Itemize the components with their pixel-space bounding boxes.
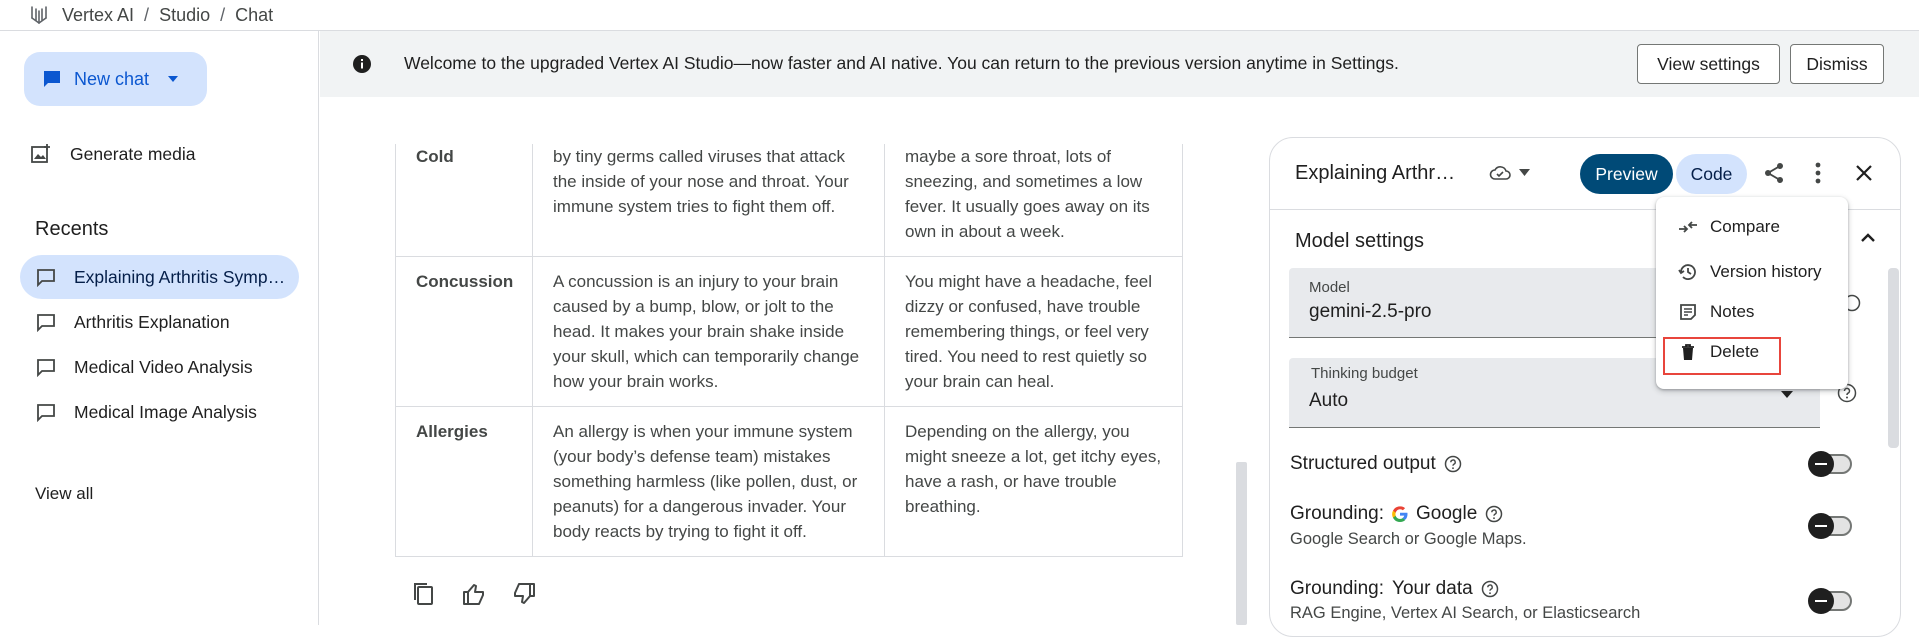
- dropdown-arrow-icon: [1781, 391, 1793, 398]
- chat-icon: [44, 71, 60, 87]
- table-cell: An allergy is when your immune system (y…: [532, 406, 885, 557]
- banner-message: Welcome to the upgraded Vertex AI Studio…: [404, 53, 1399, 73]
- recent-item-explaining-arthritis[interactable]: Explaining Arthritis Sympt…: [20, 255, 299, 299]
- panel-scrollbar[interactable]: [1888, 268, 1899, 448]
- top-bar: Vertex AI / Studio / Chat: [0, 0, 1919, 31]
- breadcrumb-vertex-ai[interactable]: Vertex AI: [62, 5, 134, 26]
- trash-icon: [1682, 344, 1694, 360]
- breadcrumb-separator: /: [220, 4, 226, 25]
- structured-output-text: Structured output: [1290, 453, 1436, 474]
- view-all-link[interactable]: View all: [35, 484, 93, 504]
- google-g-icon: [1392, 506, 1408, 522]
- close-icon[interactable]: [1855, 164, 1873, 182]
- recent-item-arthritis-explanation[interactable]: Arthritis Explanation: [20, 300, 299, 344]
- recent-item-label: Explaining Arthritis Sympt…: [74, 266, 289, 287]
- compare-arrows-icon: [1679, 221, 1697, 233]
- recent-item-label: Medical Video Analysis: [74, 356, 253, 377]
- table-row: Concussion A concussion is an injury to …: [395, 256, 1183, 407]
- new-chat-button[interactable]: New chat: [24, 52, 207, 106]
- grounding-data-toggle[interactable]: [1808, 588, 1852, 614]
- structured-output-toggle[interactable]: [1808, 451, 1852, 477]
- table-cell: maybe a sore throat, lots of sneezing, a…: [884, 144, 1183, 257]
- help-icon[interactable]: [1485, 505, 1503, 523]
- breadcrumb-separator: /: [144, 4, 150, 25]
- grounding-google-sub: Google Search or Google Maps.: [1290, 530, 1527, 548]
- grounding-prefix: Grounding:: [1290, 578, 1385, 599]
- grounding-data-text: Your data: [1392, 578, 1473, 599]
- thumbs-up-icon[interactable]: [460, 580, 488, 608]
- chat-bubble-icon: [37, 404, 55, 422]
- table-cell: Allergies: [395, 406, 533, 557]
- thinking-budget-value: Auto: [1309, 390, 1349, 411]
- grounding-google-text: Google: [1416, 503, 1478, 524]
- copy-icon[interactable]: [410, 580, 438, 608]
- menu-item-label: Version history: [1710, 262, 1822, 281]
- menu-item-label: Compare: [1710, 217, 1780, 236]
- help-icon[interactable]: [1444, 455, 1462, 473]
- menu-item-notes[interactable]: Notes: [1678, 302, 1754, 322]
- recents-heading: Recents: [35, 218, 109, 240]
- breadcrumb-chat: Chat: [235, 4, 274, 25]
- history-icon: [1678, 264, 1696, 280]
- recent-item-label: Medical Image Analysis: [74, 401, 257, 422]
- menu-item-label: Notes: [1710, 302, 1755, 321]
- save-status-dropdown[interactable]: [1489, 164, 1530, 180]
- upgrade-banner: Welcome to the upgraded Vertex AI Studio…: [320, 31, 1919, 97]
- breadcrumb-studio[interactable]: Studio: [159, 5, 210, 26]
- help-icon[interactable]: [1481, 580, 1499, 598]
- table-row: Allergies An allergy is when your immune…: [395, 406, 1183, 557]
- grounding-data-label: Grounding: Your data: [1290, 578, 1499, 600]
- grounding-data-sub: RAG Engine, Vertex AI Search, or Elastic…: [1290, 604, 1641, 622]
- cloud-done-icon: [1489, 166, 1511, 180]
- more-vert-icon[interactable]: [1815, 162, 1821, 184]
- recent-item-medical-image-analysis[interactable]: Medical Image Analysis: [20, 390, 299, 434]
- grounding-google-label: Grounding: Google: [1290, 503, 1503, 525]
- info-icon: [353, 55, 371, 73]
- table-cell: Depending on the allergy, you might snee…: [884, 406, 1183, 557]
- model-settings-title: Model settings: [1295, 230, 1424, 252]
- grounding-google-toggle[interactable]: [1808, 513, 1852, 539]
- vertex-ai-logo-icon: [31, 6, 47, 24]
- menu-item-delete[interactable]: Delete: [1678, 342, 1759, 362]
- code-button[interactable]: Code: [1676, 154, 1747, 194]
- chevron-down-icon: [1519, 168, 1530, 176]
- table-cell: A concussion is an injury to your brain …: [532, 256, 885, 407]
- view-settings-button[interactable]: View settings: [1637, 44, 1780, 84]
- table-cell: by tiny germs called viruses that attack…: [532, 144, 885, 257]
- response-table: Cold by tiny germs called viruses that a…: [395, 144, 1183, 557]
- thinking-budget-label: Thinking budget: [1311, 365, 1418, 382]
- conversation-scrollbar[interactable]: [1236, 462, 1247, 625]
- structured-output-label: Structured output: [1290, 453, 1462, 475]
- chat-bubble-icon: [37, 269, 55, 287]
- chevron-down-icon[interactable]: [167, 75, 179, 83]
- model-field-value: gemini-2.5-pro: [1309, 301, 1432, 322]
- image-add-icon: [31, 144, 50, 163]
- preview-button[interactable]: Preview: [1580, 154, 1673, 194]
- panel-title[interactable]: Explaining Arthr…: [1295, 162, 1455, 185]
- more-options-menu: Compare Version history Notes Delete: [1656, 197, 1848, 389]
- response-actions: [410, 580, 538, 608]
- model-field-label: Model: [1309, 279, 1350, 296]
- generate-media-label: Generate media: [70, 143, 196, 164]
- menu-item-version-history[interactable]: Version history: [1678, 262, 1822, 282]
- chevron-up-icon[interactable]: [1861, 233, 1875, 242]
- recent-item-label: Arthritis Explanation: [74, 311, 230, 332]
- notes-icon: [1680, 304, 1696, 320]
- recent-item-medical-video-analysis[interactable]: Medical Video Analysis: [20, 345, 299, 389]
- table-cell: Cold: [395, 144, 533, 257]
- thumbs-down-icon[interactable]: [510, 580, 538, 608]
- table-row: Cold by tiny germs called viruses that a…: [395, 144, 1183, 257]
- chat-bubble-icon: [37, 314, 55, 332]
- table-cell: You might have a headache, feel dizzy or…: [884, 256, 1183, 407]
- generate-media-button[interactable]: Generate media: [30, 143, 196, 165]
- sidebar: New chat Generate media Recents Explaini…: [0, 31, 319, 625]
- chat-bubble-icon: [37, 359, 55, 377]
- new-chat-label: New chat: [74, 68, 150, 89]
- dismiss-button[interactable]: Dismiss: [1790, 44, 1884, 84]
- share-icon[interactable]: [1764, 162, 1784, 184]
- menu-item-label: Delete: [1710, 342, 1760, 361]
- grounding-prefix: Grounding:: [1290, 503, 1385, 524]
- table-cell: Concussion: [395, 256, 533, 407]
- menu-item-compare[interactable]: Compare: [1678, 217, 1780, 237]
